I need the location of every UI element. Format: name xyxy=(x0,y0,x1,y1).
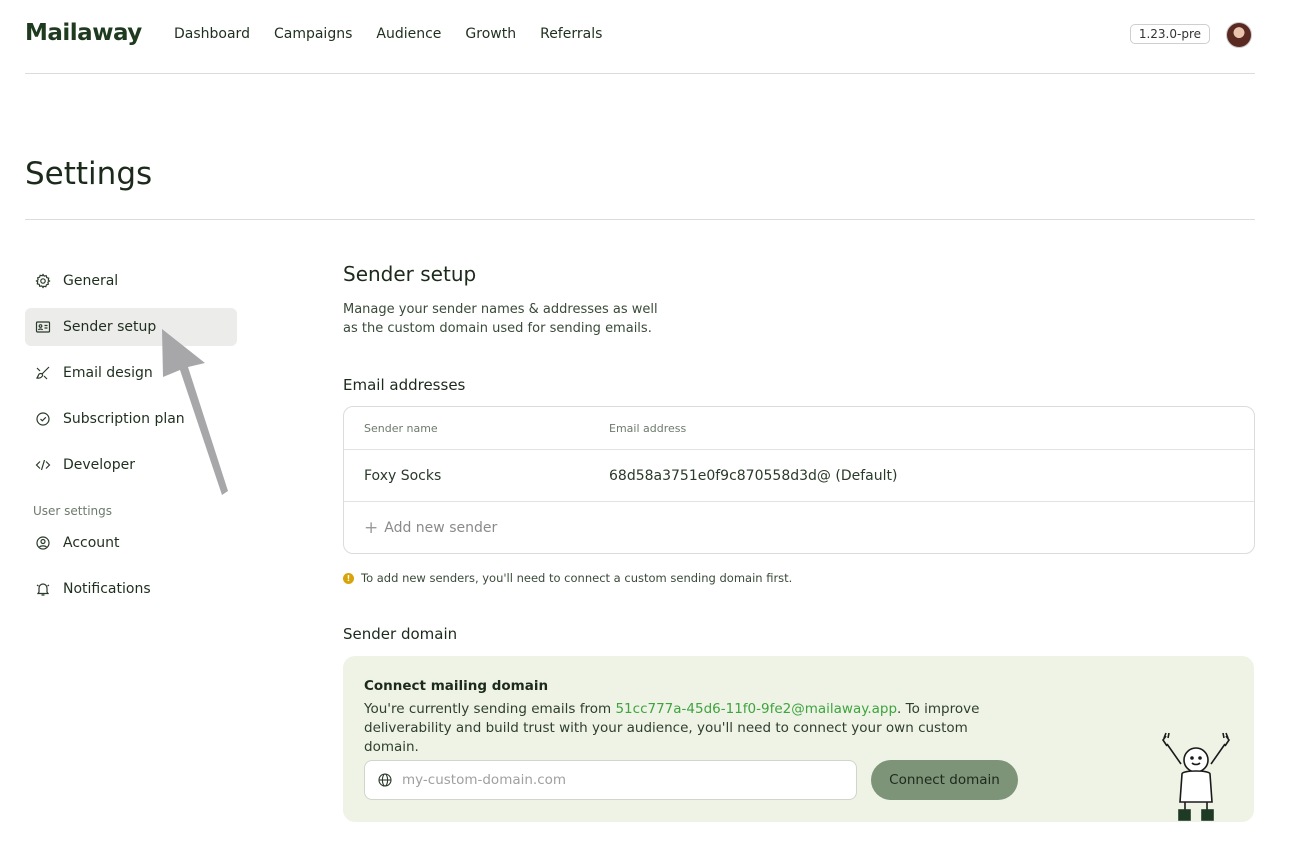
table-header: Sender name Email address xyxy=(344,407,1254,450)
sidebar-item-label: Sender setup xyxy=(63,319,157,335)
card-title: Connect mailing domain xyxy=(364,678,549,694)
add-sender-button[interactable]: + Add new sender xyxy=(344,502,1254,553)
current-sending-address: 51cc777a-45d6-11f0-9fe2@mailaway.app xyxy=(615,701,898,717)
table-row[interactable]: Foxy Socks 68d58a3751e0f9c870558d3d@ (De… xyxy=(344,450,1254,502)
globe-icon xyxy=(378,773,392,787)
page-title: Settings xyxy=(25,156,153,192)
divider xyxy=(25,219,1255,220)
main-nav: Dashboard Campaigns Audience Growth Refe… xyxy=(174,26,602,42)
nav-dashboard[interactable]: Dashboard xyxy=(174,26,250,42)
app-logo[interactable]: Mailaway xyxy=(25,20,142,46)
card-text-before: You're currently sending emails from xyxy=(364,701,616,717)
sidebar-item-label: Email design xyxy=(63,365,153,381)
sidebar-item-account[interactable]: Account xyxy=(25,524,237,562)
gear-icon xyxy=(35,273,51,289)
connect-domain-card: Connect mailing domain You're currently … xyxy=(343,656,1254,822)
email-addresses-table: Sender name Email address Foxy Socks 68d… xyxy=(343,406,1255,554)
nav-campaigns[interactable]: Campaigns xyxy=(274,26,352,42)
add-sender-label: Add new sender xyxy=(384,519,498,536)
nav-referrals[interactable]: Referrals xyxy=(540,26,602,42)
sidebar-item-label: Developer xyxy=(63,457,136,473)
user-settings-heading: User settings xyxy=(33,504,113,518)
domain-input[interactable] xyxy=(402,772,842,788)
sender-name-cell: Foxy Socks xyxy=(364,467,442,484)
sender-notice: ! To add new senders, you'll need to con… xyxy=(343,571,1255,585)
avatar[interactable] xyxy=(1226,22,1252,48)
sender-setup-panel: Sender setup Manage your sender names & … xyxy=(343,262,1255,822)
mascot-illustration xyxy=(1162,732,1230,821)
connect-domain-button[interactable]: Connect domain xyxy=(871,760,1018,800)
email-addresses-heading: Email addresses xyxy=(343,376,466,394)
section-heading: Sender setup xyxy=(343,262,477,286)
sidebar-item-general[interactable]: General xyxy=(25,262,237,300)
email-address-cell: 68d58a3751e0f9c870558d3d@ (Default) xyxy=(609,467,898,484)
id-card-icon xyxy=(35,321,51,333)
card-text: You're currently sending emails from 51c… xyxy=(364,700,1014,757)
badge-check-icon xyxy=(36,412,50,426)
annotation-arrow xyxy=(162,329,228,495)
nav-audience[interactable]: Audience xyxy=(376,26,441,42)
column-header-email-address: Email address xyxy=(609,421,687,435)
column-header-sender-name: Sender name xyxy=(364,421,438,435)
version-badge: 1.23.0-pre xyxy=(1129,24,1210,44)
nav-growth[interactable]: Growth xyxy=(465,26,516,42)
warning-icon: ! xyxy=(343,572,354,584)
plus-icon: + xyxy=(364,517,379,538)
sidebar-item-label: Account xyxy=(63,535,120,551)
sidebar-item-label: Notifications xyxy=(63,581,151,597)
brush-icon xyxy=(35,366,50,380)
bell-icon xyxy=(36,583,50,596)
top-bar: Mailaway Dashboard Campaigns Audience Gr… xyxy=(25,0,1255,74)
section-description: Manage your sender names & addresses as … xyxy=(343,302,658,336)
sender-domain-heading: Sender domain xyxy=(343,625,458,643)
code-icon xyxy=(35,459,51,471)
sidebar-item-notifications[interactable]: Notifications xyxy=(25,570,237,608)
notice-text: To add new senders, you'll need to conne… xyxy=(361,571,793,585)
domain-input-wrapper xyxy=(364,760,857,800)
sidebar-item-label: General xyxy=(63,273,119,289)
user-circle-icon xyxy=(36,536,50,550)
